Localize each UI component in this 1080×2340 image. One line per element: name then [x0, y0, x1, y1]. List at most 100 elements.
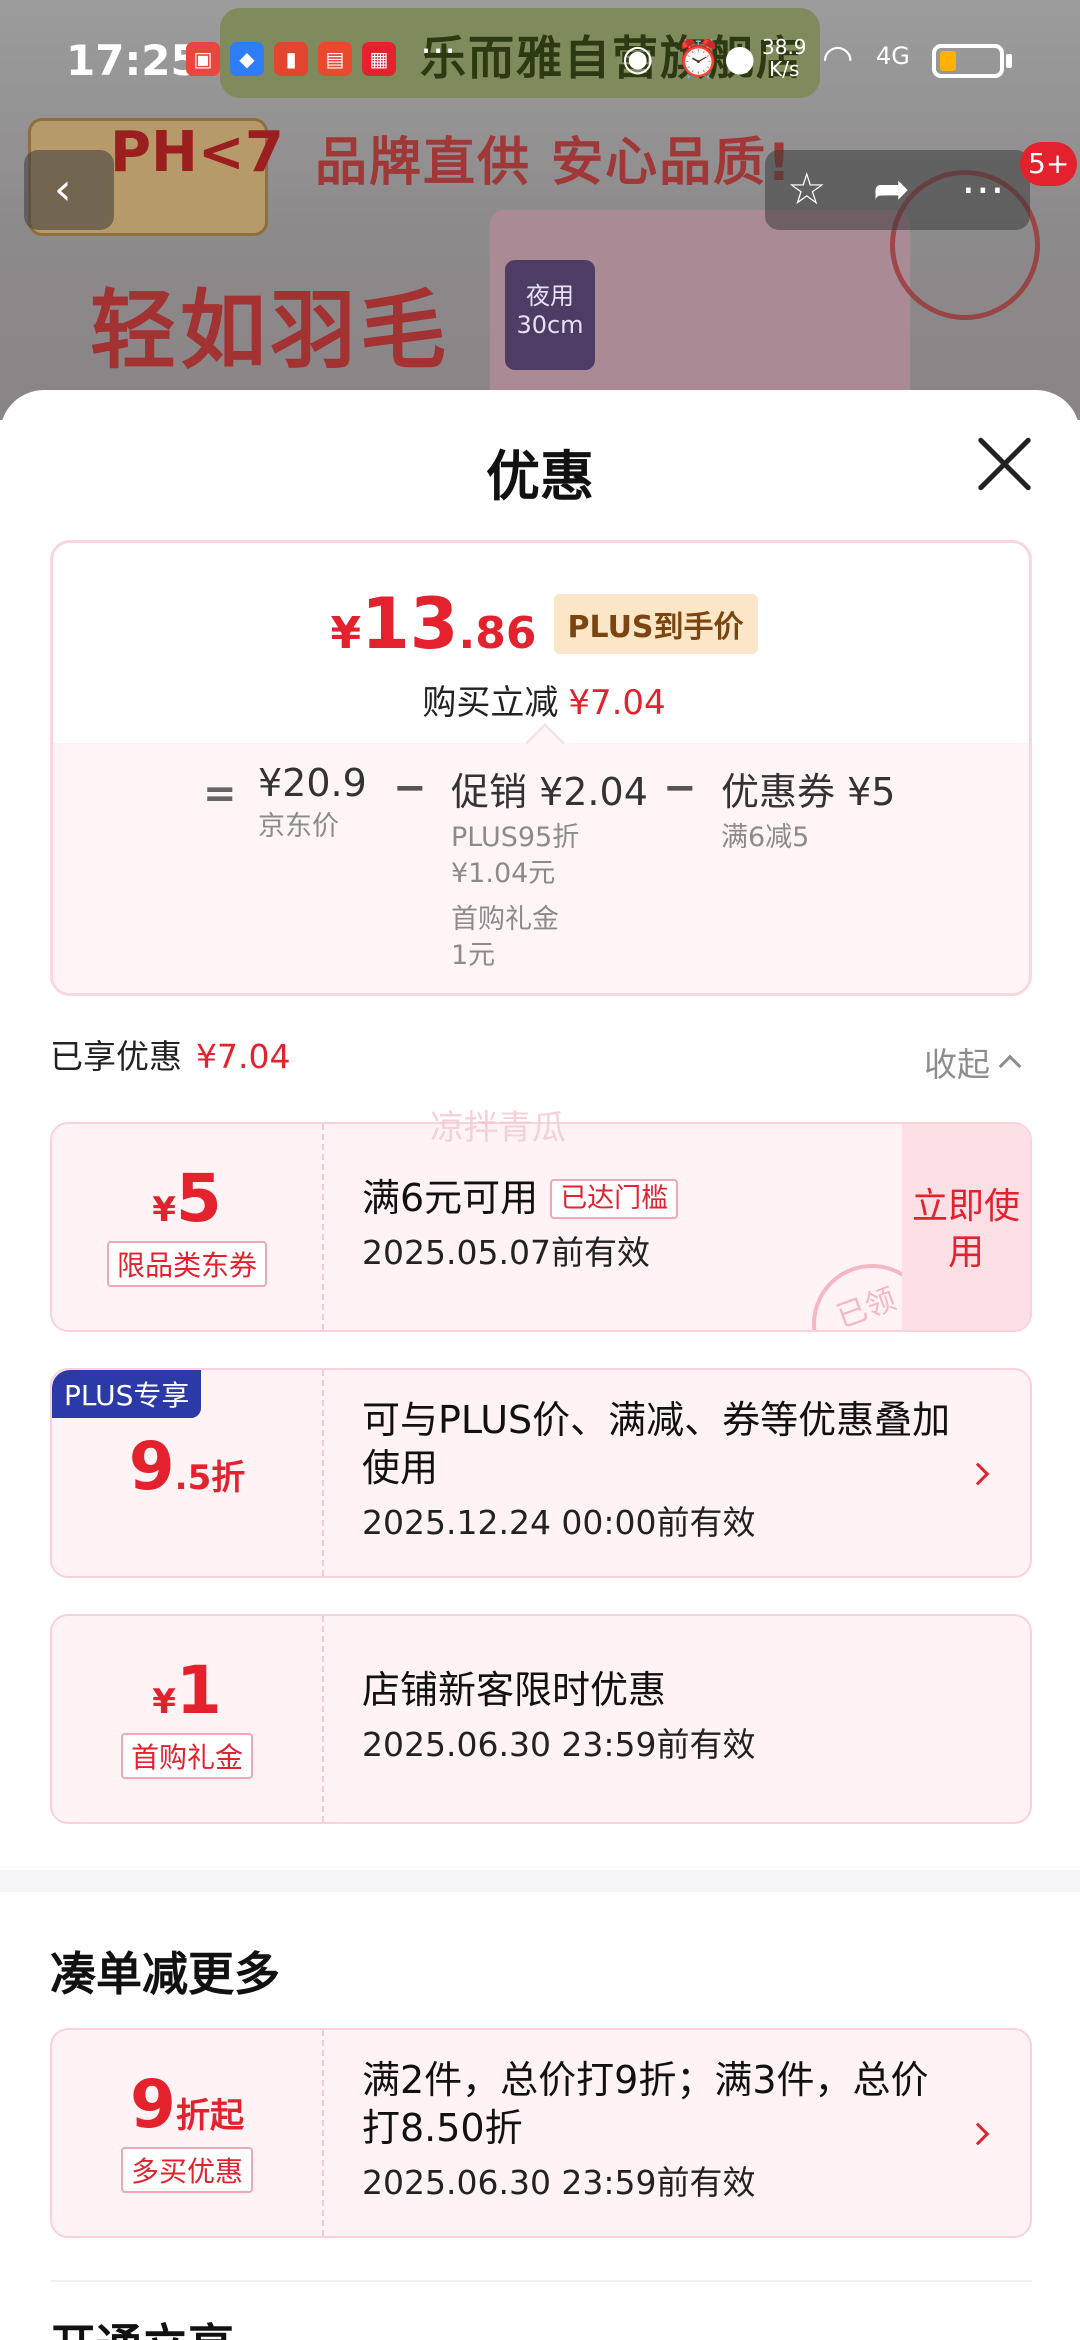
yen-symbol: ¥ — [152, 1190, 176, 1230]
section-divider — [0, 1870, 1080, 1892]
jd-price: ¥20.9 — [258, 761, 367, 805]
equals-sign: = — [203, 771, 237, 817]
speed-value: 38.9 — [762, 35, 807, 59]
signal-label: 4G — [876, 42, 910, 70]
coupon-condition: 满6元可用 — [362, 1176, 539, 1220]
coupon-value: 9.5折 — [52, 1370, 324, 1576]
coupon-column: 优惠券 ¥5 满6减5 — [721, 761, 895, 856]
final-price-row: ¥13.86 PLUS到手价 — [53, 583, 1029, 665]
minus-sign: − — [393, 765, 427, 811]
message-badge: 5+ — [1020, 142, 1078, 186]
section-title: 开通立享 — [50, 2310, 234, 2340]
price-decimal: .86 — [458, 608, 537, 659]
coupon-title: 满2件，总价打9折；满3件，总价打8.50折 — [362, 2058, 929, 2150]
amount-number: 5 — [175, 1160, 222, 1237]
coupon-amount: 优惠券 ¥5 — [721, 770, 896, 814]
coupon-value: ¥1 首购礼金 — [52, 1616, 324, 1822]
coupon-title: 店铺新客限时优惠 — [362, 1668, 667, 1712]
plus-discount-card[interactable]: PLUS专享 9.5折 可与PLUS价、满减、券等优惠叠加使用 2025.12.… — [50, 1368, 1032, 1578]
notification-app-icon: ▦ — [362, 42, 396, 76]
coupon-expiry: 2025.06.30 23:59前有效 — [362, 2163, 756, 2202]
alarm-icon: ⏰ — [676, 39, 721, 80]
first-purchase-card[interactable]: ¥1 首购礼金 店铺新客限时优惠 2025.06.30 23:59前有效 — [50, 1614, 1032, 1824]
section-title: 凑单减更多 — [50, 1947, 280, 2001]
product-slogan: 品牌直供 安心品质! — [315, 133, 793, 193]
sheet-title: 优惠 — [486, 445, 594, 508]
coupon-info: 满2件，总价打9折；满3件，总价打8.50折 2025.06.30 23:59前… — [362, 2056, 962, 2204]
promo-detail: ¥1.04元 — [451, 858, 556, 889]
product-headline: 轻如羽毛 — [90, 281, 450, 381]
promo-detail: PLUS95折 — [451, 822, 580, 853]
ph-tag: PH<7 — [110, 120, 284, 185]
promo-detail: 1元 — [451, 940, 496, 971]
discount-rate: 9折起 — [52, 2066, 322, 2143]
enjoyed-discount: 已享优惠 ¥7.04 — [50, 1030, 290, 1078]
chevron-right-icon[interactable] — [966, 1462, 990, 1486]
enjoyed-label: 已享优惠 — [50, 1037, 182, 1076]
rate-number: 9 — [128, 1428, 175, 1505]
coupon-info: 可与PLUS价、满减、券等优惠叠加使用 2025.12.24 00:00前有效 — [362, 1396, 962, 1544]
battery-cap — [1006, 54, 1012, 68]
coupon-title: 满6元可用 已达门槛 — [362, 1174, 962, 1222]
saving-label: 购买立减 — [422, 683, 559, 723]
promo-detail: 首购礼金 — [451, 904, 559, 935]
jd-price-label: 京东价 — [258, 811, 339, 842]
collapse-label: 收起 — [924, 1045, 990, 1084]
coupon-detail: 满6减5 — [721, 822, 810, 853]
shield-app-icon: ◆ — [230, 42, 264, 76]
close-icon[interactable] — [975, 434, 1035, 494]
coupon-info: 店铺新客限时优惠 2025.06.30 23:59前有效 — [362, 1666, 962, 1766]
notification-app-icon: ▣ — [186, 42, 220, 76]
watermark: 凉拌青瓜 — [430, 1108, 566, 1148]
rate-number: 9 — [130, 2066, 176, 2143]
share-icon[interactable]: ➦ — [873, 164, 910, 215]
coupon-info: 满6元可用 已达门槛 2025.05.07前有效 — [362, 1174, 962, 1274]
saving-value: ¥7.04 — [568, 683, 666, 723]
multi-buy-card[interactable]: 9折起 多买优惠 满2件，总价打9折；满3件，总价打8.50折 2025.06.… — [50, 2028, 1032, 2238]
enjoyed-value: ¥7.04 — [196, 1037, 291, 1076]
network-speed: 38.9 K/s — [762, 36, 807, 80]
promo-column: 促销 ¥2.04 PLUS95折 ¥1.04元 首购礼金 1元 — [451, 761, 648, 974]
amount-number: 1 — [175, 1652, 222, 1729]
chevron-up-icon — [998, 1054, 1022, 1078]
coupon-expiry: 2025.06.30 23:59前有效 — [362, 1725, 756, 1764]
use-now-button[interactable]: 立即使用 — [902, 1124, 1030, 1330]
currency-symbol: ¥ — [330, 608, 362, 659]
collapse-button[interactable]: 收起 — [924, 1038, 1022, 1086]
more-notifications-icon: ⋯ — [420, 30, 456, 71]
page-tools: ☆ ➦ ⋯ — [765, 150, 1030, 230]
plus-price-tag: PLUS到手价 — [553, 594, 758, 654]
discount-rate: 9.5折 — [52, 1428, 322, 1505]
status-bar: 17:25 ▣ ◆ ▮ ▤ ▦ ⋯ ◉ ⏰ ● 38.9 K/s ◠ 4G — [0, 0, 1080, 118]
section-divider — [50, 2280, 1032, 2282]
more-icon[interactable]: ⋯ — [961, 164, 1005, 215]
battery-icon — [932, 44, 1004, 78]
coupon-type-label: 限品类东券 — [106, 1241, 267, 1287]
coupon-title: 可与PLUS价、满减、券等优惠叠加使用 — [362, 1398, 951, 1490]
coupon-expiry: 2025.12.24 00:00前有效 — [362, 1503, 756, 1542]
back-button[interactable]: ‹ — [24, 150, 114, 230]
status-time: 17:25 — [66, 36, 200, 85]
price-summary-card: ¥13.86 PLUS到手价 购买立减 ¥7.04 = ¥20.9 京东价 − 促… — [50, 540, 1032, 996]
discount-sheet: 优惠 ¥13.86 PLUS到手价 购买立减 ¥7.04 = ¥20.9 京东价 … — [0, 390, 1080, 2340]
rate-suffix: .5折 — [174, 1458, 246, 1498]
coupon-amount: ¥1 — [52, 1652, 322, 1729]
promo-amount: 促销 ¥2.04 — [451, 770, 648, 814]
saving-row: 购买立减 ¥7.04 — [53, 675, 1029, 724]
jd-price-column: ¥20.9 京东价 — [258, 761, 367, 845]
final-price: ¥13.86 — [330, 583, 536, 665]
yen-symbol: ¥ — [152, 1682, 176, 1722]
coupon-value: ¥5 限品类东券 — [52, 1124, 324, 1330]
eye-icon: ◉ — [622, 38, 654, 79]
rate-suffix: 折起 — [175, 2096, 244, 2136]
star-icon[interactable]: ☆ — [787, 164, 826, 215]
notification-app-icon: ▮ — [274, 42, 308, 76]
coupon-card[interactable]: ¥5 限品类东券 满6元可用 已达门槛 2025.05.07前有效 已领 立即使用 — [50, 1122, 1032, 1332]
speed-unit: K/s — [769, 57, 800, 81]
coupon-value: 9折起 多买优惠 — [52, 2030, 324, 2236]
chevron-right-icon[interactable] — [966, 2122, 990, 2146]
threshold-badge: 已达门槛 — [550, 1179, 679, 1219]
coupon-type-label: 多买优惠 — [120, 2147, 253, 2193]
minus-sign: − — [663, 765, 697, 811]
coupon-amount: ¥5 — [52, 1160, 322, 1237]
